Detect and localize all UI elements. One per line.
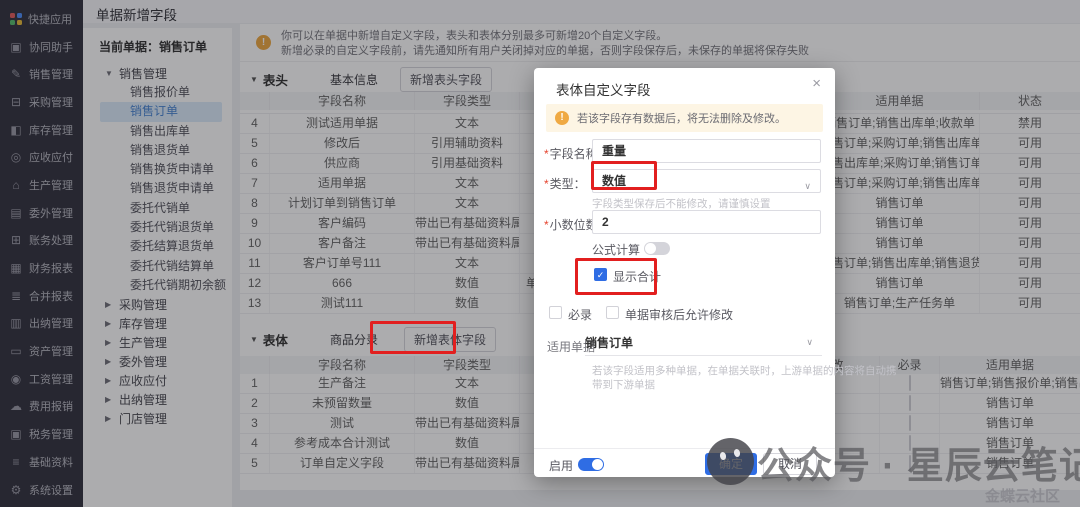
community-watermark: 金蝶云社区 [985,488,1061,505]
field-name-input[interactable]: 重量 [592,139,821,163]
apply-docs-hint-1: 若该字段适用多种单据，在单据关联时，上游单据的内容将自动携 [592,365,897,377]
formula-calc-toggle[interactable] [644,242,670,255]
field-type-hint: 字段类型保存后不能修改，请谨慎设置 [592,198,771,210]
apply-docs-hint-2: 带到下游单据 [592,379,655,391]
custom-field-dialog: 表体自定义字段 × ! 若该字段存有数据后，将无法删除及修改。 *字段名称： 重… [534,68,897,477]
required-label: 必录 [568,308,593,322]
editable-after-audit-checkbox[interactable] [606,306,619,319]
apply-docs-value: 销售订单 [585,336,634,350]
wechat-logo-watermark [707,438,754,485]
field-type-select[interactable]: 数值 ∨ [592,169,821,193]
warning-icon: ! [555,111,569,125]
enable-label: 启用 [549,459,574,473]
chevron-down-icon: ∨ [804,181,811,191]
close-icon[interactable]: × [812,75,821,92]
required-checkbox[interactable] [549,306,562,319]
show-total-label: 显示合计 [613,270,662,284]
show-total-checkbox[interactable]: ✓ [594,268,607,281]
decimal-places-input[interactable]: 2 [592,210,821,234]
formula-calc-label: 公式计算 [592,243,641,257]
editable-after-audit-label: 单据审核后允许修改 [625,308,734,322]
field-type-label: *类型： [544,177,586,191]
wechat-account-watermark: 公众号 · 星辰云笔记 [757,445,1080,486]
chevron-down-icon: ∨ [806,337,813,347]
dialog-title: 表体自定义字段 [556,83,651,98]
apply-docs-select[interactable]: 销售订单 ∨ [585,333,822,356]
enable-toggle[interactable] [578,458,604,471]
dialog-warning-text: 若该字段存有数据后，将无法删除及修改。 [577,113,786,125]
dialog-warning-banner: ! 若该字段存有数据后，将无法删除及修改。 [546,104,823,132]
